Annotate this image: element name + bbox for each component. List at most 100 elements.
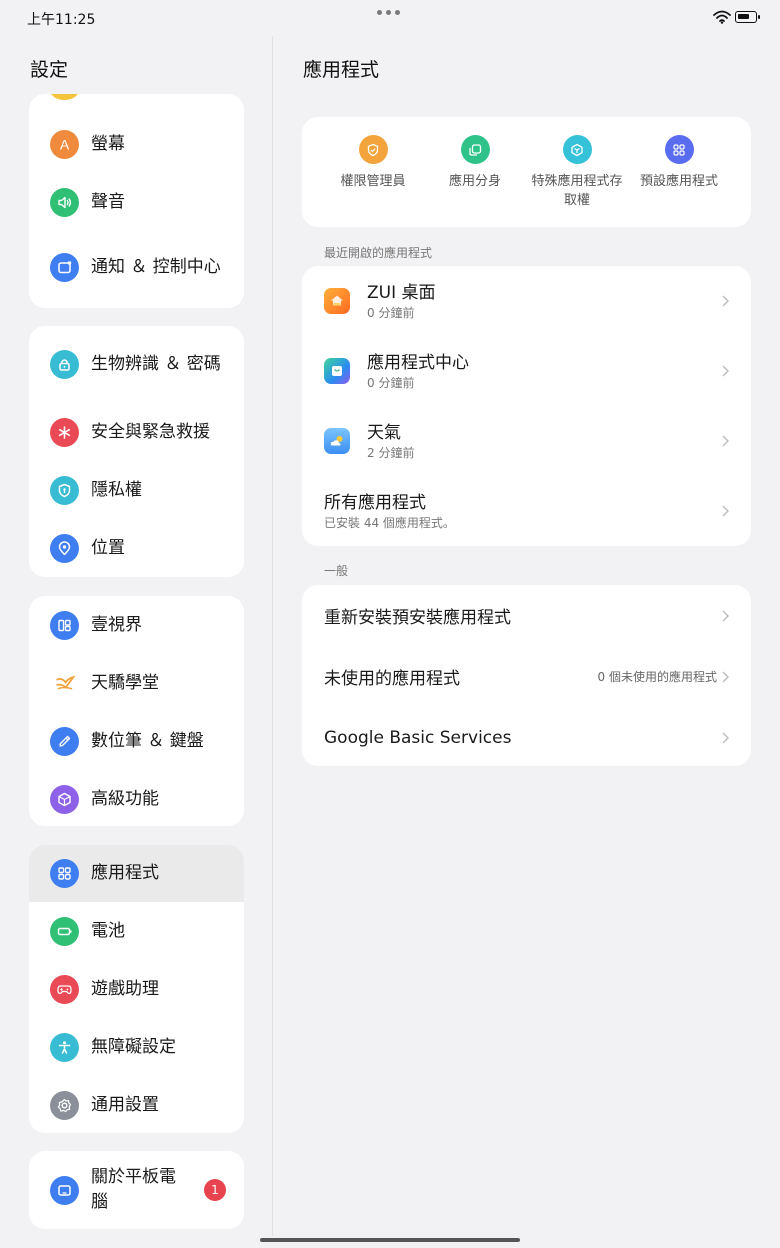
sidebar-item-label: 關於平板電腦 [91,1167,176,1212]
sidebar-item-label: 壹視界 [91,614,142,635]
sidebar-item-label: 天驕學堂 [91,672,159,693]
recent-app-weather[interactable]: 天氣 2 分鐘前 [302,406,751,476]
sidebar-item-label: 位置 [91,537,125,558]
chevron-right-icon [722,435,729,447]
sidebar-item-game-assistant[interactable]: 遊戲助理 [29,960,244,1018]
privacy-shield-icon [50,475,79,505]
sidebar-item-pen-keyboard[interactable]: 數位筆 ＆ 鍵盤 [29,712,244,770]
pen-icon [50,726,79,756]
zui-launcher-icon [324,288,350,314]
quick-action-label: 特殊應用程式存取權 [531,174,623,208]
tablet-icon [50,1175,79,1205]
quick-action-permission-manager[interactable]: 權限管理員 [322,135,424,210]
sidebar-item-label: 無障礙設定 [91,1036,176,1057]
sidebar-group-display: A 螢幕 聲音 通知 ＆ 控制中心 [29,94,244,308]
general-card: 重新安裝預安裝應用程式 未使用的應用程式 0 個未使用的應用程式 Google … [302,585,751,766]
unused-apps-count: 0 個未使用的應用程式 [597,669,717,684]
quick-action-label: 權限管理員 [340,174,406,189]
sidebar-item-location[interactable]: 位置 [29,519,244,577]
sidebar-item-advanced[interactable]: 高級功能 [29,770,244,826]
sidebar-title: 設定 [30,59,69,81]
wifi-icon [713,10,731,24]
chevron-right-icon [722,295,729,307]
sidebar-item-apps[interactable]: 應用程式 [29,845,244,902]
quick-action-app-clone[interactable]: 應用分身 [424,135,526,210]
academy-logo-icon [50,669,79,698]
sidebar-item-label: 數位筆 ＆ 鍵盤 [91,730,204,751]
apps-grid-icon [50,859,79,888]
cube-icon [50,784,79,814]
app-last-opened: 2 分鐘前 [367,445,415,460]
location-pin-icon [50,533,79,563]
row-label: Google Basic Services [324,727,512,748]
sidebar-item-sound[interactable]: 聲音 [29,173,244,231]
pane-divider [272,36,273,1236]
status-bar: 上午11:25 [0,0,780,36]
home-indicator-bar[interactable] [260,1238,520,1242]
sidebar-item-label: 螢幕 [91,133,125,154]
sidebar-item-label: 隱私權 [91,479,142,500]
special-access-icon [562,135,592,164]
row-label: 未使用的應用程式 [324,669,460,689]
speaker-icon [50,187,79,217]
emergency-icon [50,417,79,447]
quick-action-label: 預設應用程式 [639,174,718,189]
sidebar-item-general-settings[interactable]: 通用設置 [29,1076,244,1133]
sidebar-item-label: 安全與緊急救援 [91,421,210,442]
sidebar-item-academy[interactable]: 天驕學堂 [29,654,244,712]
sidebar-item-notifications[interactable]: 通知 ＆ 控制中心 [29,231,244,303]
recent-apps-card: ZUI 桌面 0 分鐘前 應用程式中心 0 分鐘前 天氣 2 分鐘前 所有應用程… [302,266,751,546]
row-label: 重新安裝預安裝應用程式 [324,608,511,628]
sidebar-item-accessibility[interactable]: 無障礙設定 [29,1018,244,1076]
all-apps-row[interactable]: 所有應用程式 已安裝 44 個應用程式。 [302,476,751,546]
google-basic-services-row[interactable]: Google Basic Services [302,707,751,766]
app-name: 天氣 [367,422,401,443]
quick-actions-card: 權限管理員 應用分身 特殊應用程式存取權 預設應用程式 [302,117,751,227]
multi-window-dots-icon[interactable] [377,10,400,15]
page-title: 應用程式 [303,59,380,81]
sidebar-group-features: 壹視界 天驕學堂 數位筆 ＆ 鍵盤 高級功能 [29,596,244,826]
chevron-right-icon [722,671,729,683]
sidebar-item-battery[interactable]: 電池 [29,902,244,960]
chevron-right-icon [722,365,729,377]
lock-icon [50,350,79,379]
app-name: 應用程式中心 [367,352,469,373]
sidebar-item-emergency[interactable]: 安全與緊急救援 [29,403,244,461]
notification-badge: 1 [204,1179,226,1201]
quick-action-default-apps[interactable]: 預設應用程式 [628,135,730,210]
recent-app-app-center[interactable]: 應用程式中心 0 分鐘前 [302,336,751,406]
svg-text:A: A [60,136,70,152]
sidebar-item-label: 通用設置 [91,1094,159,1115]
sidebar-group-security: 生物辨識 ＆ 密碼 安全與緊急救援 隱私權 位置 [29,326,244,577]
battery-icon [50,916,79,946]
chevron-right-icon [722,732,729,744]
accessibility-icon [50,1032,79,1062]
reinstall-preinstalled-apps-row[interactable]: 重新安裝預安裝應用程式 [302,585,751,646]
sidebar-item-label: 生物辨識 ＆ 密碼 [91,354,221,374]
unused-apps-row[interactable]: 未使用的應用程式 0 個未使用的應用程式 [302,646,751,707]
notification-icon [50,252,79,282]
sidebar-item-label: 應用程式 [91,863,159,883]
section-header-general: 一般 [324,564,349,578]
sidebar-item-label: 電池 [91,920,125,941]
quick-action-label: 應用分身 [448,174,501,189]
installed-apps-count: 已安裝 44 個應用程式。 [324,515,455,530]
sidebar-item-display[interactable]: A 螢幕 [29,115,244,173]
sidebar-item-about-tablet[interactable]: 關於平板電腦 1 [29,1151,244,1229]
quick-action-special-access[interactable]: 特殊應用程式存取權 [526,135,628,210]
sidebar-item-multiview[interactable]: 壹視界 [29,596,244,654]
gamepad-icon [50,974,79,1004]
app-last-opened: 0 分鐘前 [367,375,415,390]
multi-window-icon [50,610,79,640]
sidebar-item-biometrics[interactable]: 生物辨識 ＆ 密碼 [29,326,244,403]
all-apps-label: 所有應用程式 [324,492,426,513]
battery-status-icon [735,11,760,23]
weather-icon [324,428,350,454]
recent-app-zui-launcher[interactable]: ZUI 桌面 0 分鐘前 [302,266,751,336]
partial-item-icon [50,94,79,100]
section-header-recent: 最近開啟的應用程式 [324,246,433,260]
app-name: ZUI 桌面 [367,282,436,303]
sidebar-item-label: 遊戲助理 [91,978,159,999]
chevron-right-icon [722,505,729,517]
sidebar-item-privacy[interactable]: 隱私權 [29,461,244,519]
